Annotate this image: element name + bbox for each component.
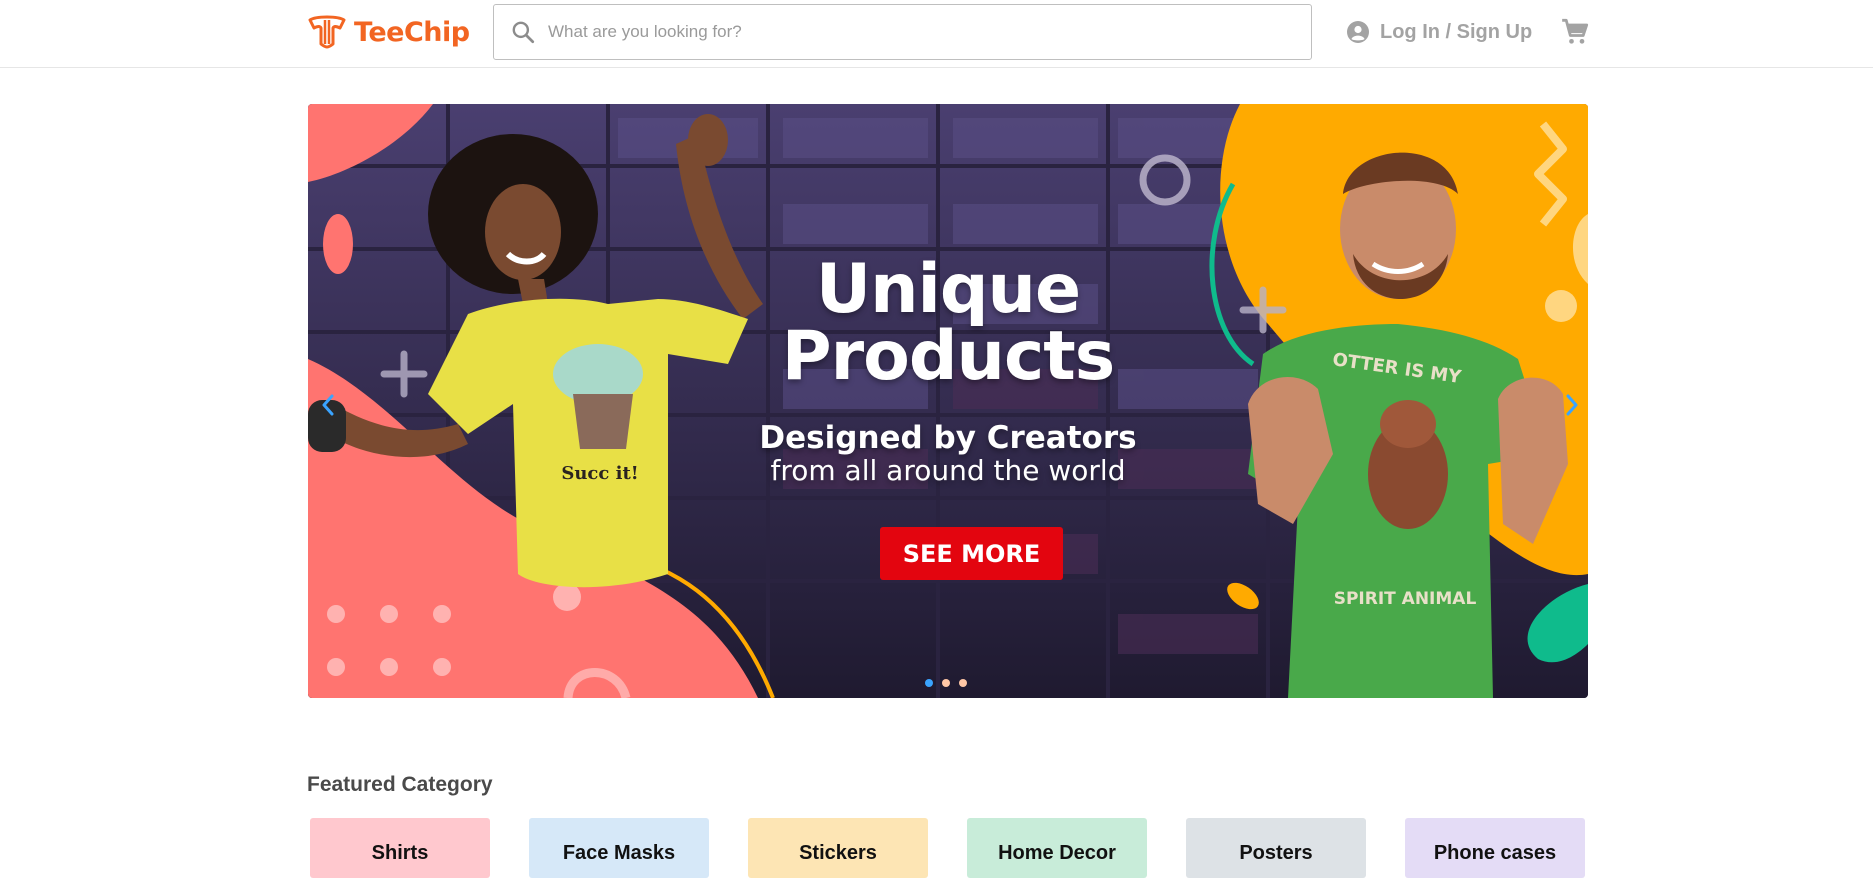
hero-background: Succ it! OTTER IS MY SPIRIT ANIMAL xyxy=(308,104,1588,698)
featured-category-list: Shirts Face Masks Stickers Home Decor Po… xyxy=(310,818,1585,878)
login-signup-link[interactable]: Log In / Sign Up xyxy=(1346,17,1532,47)
featured-category-heading: Featured Category xyxy=(307,773,493,796)
chevron-right-icon xyxy=(1566,394,1578,416)
search-icon xyxy=(512,21,535,44)
shirt-print-bottom-text: SPIRIT ANIMAL xyxy=(1334,589,1477,609)
hero-carousel[interactable]: Succ it! OTTER IS MY SPIRIT ANIMAL Uniqu… xyxy=(308,104,1588,698)
brand-name: TeeChip xyxy=(354,16,470,48)
carousel-next-button[interactable] xyxy=(1558,387,1586,423)
carousel-dot[interactable] xyxy=(959,679,967,687)
carousel-dot[interactable] xyxy=(942,679,950,687)
category-shirts[interactable]: Shirts xyxy=(310,818,490,878)
category-stickers[interactable]: Stickers xyxy=(748,818,928,878)
chevron-left-icon xyxy=(322,394,334,416)
hero-tagline: from all around the world xyxy=(770,454,1126,487)
carousel-indicators xyxy=(925,679,967,687)
see-more-button[interactable]: SEE MORE xyxy=(880,527,1063,580)
category-face-masks[interactable]: Face Masks xyxy=(529,818,709,878)
hero-title-line2: Products xyxy=(781,317,1115,396)
carousel-dot[interactable] xyxy=(925,679,933,687)
carousel-prev-button[interactable] xyxy=(314,387,342,423)
teechip-logo-icon xyxy=(308,15,346,49)
shopping-cart-icon[interactable] xyxy=(1561,18,1589,46)
login-label: Log In / Sign Up xyxy=(1380,20,1533,43)
hero-subtitle: Designed by Creators xyxy=(759,420,1137,456)
category-posters[interactable]: Posters xyxy=(1186,818,1366,878)
category-phone-cases[interactable]: Phone cases xyxy=(1405,818,1585,878)
user-account-icon xyxy=(1347,21,1369,43)
search-bar xyxy=(493,4,1312,60)
brand-logo[interactable]: TeeChip xyxy=(306,12,470,52)
site-header: TeeChip Log In / Sign Up xyxy=(0,0,1873,68)
search-input[interactable] xyxy=(536,5,1311,59)
category-home-decor[interactable]: Home Decor xyxy=(967,818,1147,878)
